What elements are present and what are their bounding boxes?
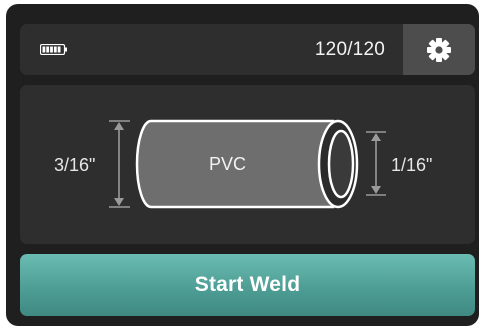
wall-dimension-marker [366,131,386,196]
settings-button[interactable] [403,24,475,75]
material-label: PVC [209,154,247,174]
outer-dimension-label: 3/16" [54,155,96,175]
outer-dimension-marker [109,120,130,208]
start-weld-button[interactable]: Start Weld [20,254,475,316]
wall-dimension-label: 1/16" [391,155,433,175]
pipe-end-inner [327,129,355,199]
pipe-panel: 3/16" PVC 1/16" [20,85,475,244]
device-screen: 120/120 3/16" PVC 1/16" Start Weld [6,4,479,326]
weld-counter: 120/120 [314,39,385,60]
gear-icon [427,37,451,62]
battery-full-icon [40,44,67,55]
start-weld-label: Start Weld [194,273,301,296]
status-bar: 120/120 [20,24,475,75]
